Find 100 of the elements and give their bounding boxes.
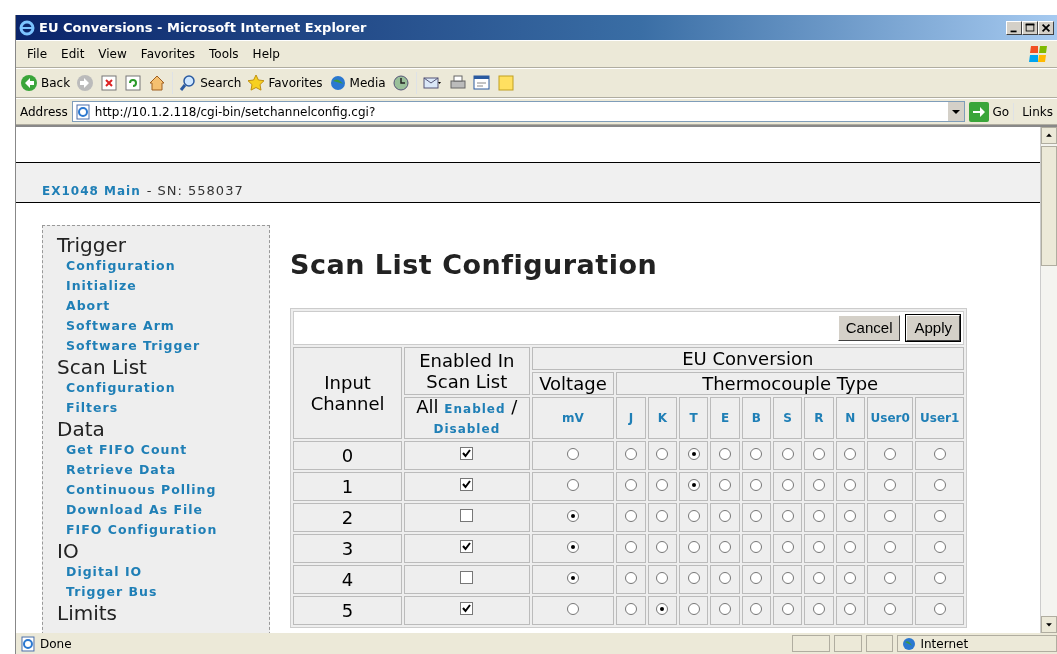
radio-button[interactable] <box>844 571 857 584</box>
radio-button[interactable] <box>719 540 731 553</box>
radio-button[interactable] <box>844 509 857 522</box>
checkbox[interactable] <box>460 477 474 491</box>
scrollbar[interactable] <box>1040 127 1057 633</box>
radio-button[interactable] <box>656 540 669 553</box>
radio-button[interactable] <box>781 571 794 584</box>
nav-link[interactable]: Download As File <box>66 500 255 520</box>
scroll-down-icon[interactable] <box>1041 616 1057 633</box>
checkbox[interactable] <box>460 570 474 584</box>
links-label[interactable]: Links <box>1013 102 1057 121</box>
radio-button[interactable] <box>844 602 857 615</box>
nav-link[interactable]: Digital IO <box>66 562 255 582</box>
radio-button[interactable] <box>884 447 897 460</box>
radio-button[interactable] <box>844 447 857 460</box>
apply-button[interactable]: Apply <box>906 314 960 341</box>
mail-button[interactable] <box>422 74 443 92</box>
radio-button[interactable] <box>566 571 579 584</box>
radio-button[interactable] <box>566 602 579 615</box>
radio-button[interactable] <box>933 478 946 491</box>
radio-button[interactable] <box>781 509 794 522</box>
radio-button[interactable] <box>566 447 579 460</box>
nav-link[interactable]: Initialize <box>66 276 255 296</box>
address-field[interactable]: http://10.1.2.118/cgi-bin/setchannelconfig.cgi? <box>71 101 965 122</box>
edit-button[interactable] <box>472 74 491 92</box>
radio-button[interactable] <box>884 571 897 584</box>
radio-button[interactable] <box>884 478 897 491</box>
radio-button[interactable] <box>750 602 763 615</box>
radio-button[interactable] <box>566 540 579 553</box>
nav-link[interactable]: Get FIFO Count <box>66 440 255 460</box>
radio-button[interactable] <box>656 447 669 460</box>
radio-button[interactable] <box>933 602 946 615</box>
checkbox[interactable] <box>460 508 474 522</box>
radio-button[interactable] <box>844 478 857 491</box>
radio-button[interactable] <box>884 602 897 615</box>
scroll-thumb[interactable] <box>1041 146 1057 266</box>
radio-button[interactable] <box>844 540 857 553</box>
nav-link[interactable]: Continuous Polling <box>66 480 255 500</box>
media-button[interactable]: Media <box>328 74 386 92</box>
radio-button[interactable] <box>625 447 638 460</box>
nav-link[interactable]: Trigger Bus <box>66 582 255 602</box>
radio-button[interactable] <box>812 571 825 584</box>
nav-link[interactable]: Configuration <box>66 256 255 276</box>
radio-button[interactable] <box>750 509 763 522</box>
menu-item[interactable]: Favorites <box>133 43 203 65</box>
enable-all-link[interactable]: Enabled <box>444 402 506 416</box>
radio-button[interactable] <box>625 540 638 553</box>
scroll-up-icon[interactable] <box>1041 127 1057 144</box>
radio-button[interactable] <box>687 571 700 584</box>
radio-button[interactable] <box>781 540 794 553</box>
radio-button[interactable] <box>812 478 825 491</box>
radio-button[interactable] <box>933 509 946 522</box>
favorites-button[interactable]: Favorites <box>247 74 323 92</box>
menu-item[interactable]: Tools <box>202 43 246 65</box>
nav-link[interactable]: FIFO Configuration <box>66 520 255 540</box>
radio-button[interactable] <box>625 509 638 522</box>
radio-button[interactable] <box>687 540 700 553</box>
radio-button[interactable] <box>933 540 946 553</box>
menu-item[interactable]: View <box>91 43 134 65</box>
radio-button[interactable] <box>719 602 731 615</box>
nav-link[interactable]: Software Arm <box>66 316 255 336</box>
radio-button[interactable] <box>656 478 669 491</box>
radio-button[interactable] <box>687 447 700 460</box>
radio-button[interactable] <box>687 509 700 522</box>
main-link[interactable]: EX1048 Main <box>42 182 141 200</box>
nav-link[interactable]: Abort <box>66 296 255 316</box>
nav-link[interactable]: Filters <box>66 398 255 418</box>
radio-button[interactable] <box>750 571 763 584</box>
nav-link[interactable]: Configuration <box>66 378 255 398</box>
checkbox[interactable] <box>460 601 474 615</box>
radio-button[interactable] <box>719 571 731 584</box>
radio-button[interactable] <box>656 571 669 584</box>
radio-button[interactable] <box>719 509 731 522</box>
radio-button[interactable] <box>812 540 825 553</box>
back-button[interactable]: Back <box>20 74 71 92</box>
radio-button[interactable] <box>781 478 794 491</box>
disable-all-link[interactable]: Disabled <box>433 422 501 436</box>
nav-link[interactable]: Retrieve Data <box>66 460 255 480</box>
radio-button[interactable] <box>625 602 638 615</box>
go-button[interactable]: Go <box>968 101 1010 122</box>
radio-button[interactable] <box>884 540 897 553</box>
history-button[interactable] <box>391 74 410 92</box>
radio-button[interactable] <box>781 447 794 460</box>
print-button[interactable] <box>448 74 467 92</box>
radio-button[interactable] <box>656 602 669 615</box>
radio-button[interactable] <box>719 478 731 491</box>
home-button[interactable] <box>148 74 167 92</box>
radio-button[interactable] <box>933 571 946 584</box>
radio-button[interactable] <box>566 509 579 522</box>
cancel-button[interactable]: Cancel <box>837 314 901 341</box>
radio-button[interactable] <box>812 509 825 522</box>
radio-button[interactable] <box>750 540 763 553</box>
radio-button[interactable] <box>687 602 700 615</box>
checkbox[interactable] <box>460 539 474 553</box>
close-icon[interactable] <box>1038 20 1054 35</box>
radio-button[interactable] <box>933 447 946 460</box>
radio-button[interactable] <box>750 447 763 460</box>
radio-button[interactable] <box>566 478 579 491</box>
radio-button[interactable] <box>750 478 763 491</box>
radio-button[interactable] <box>719 447 731 460</box>
